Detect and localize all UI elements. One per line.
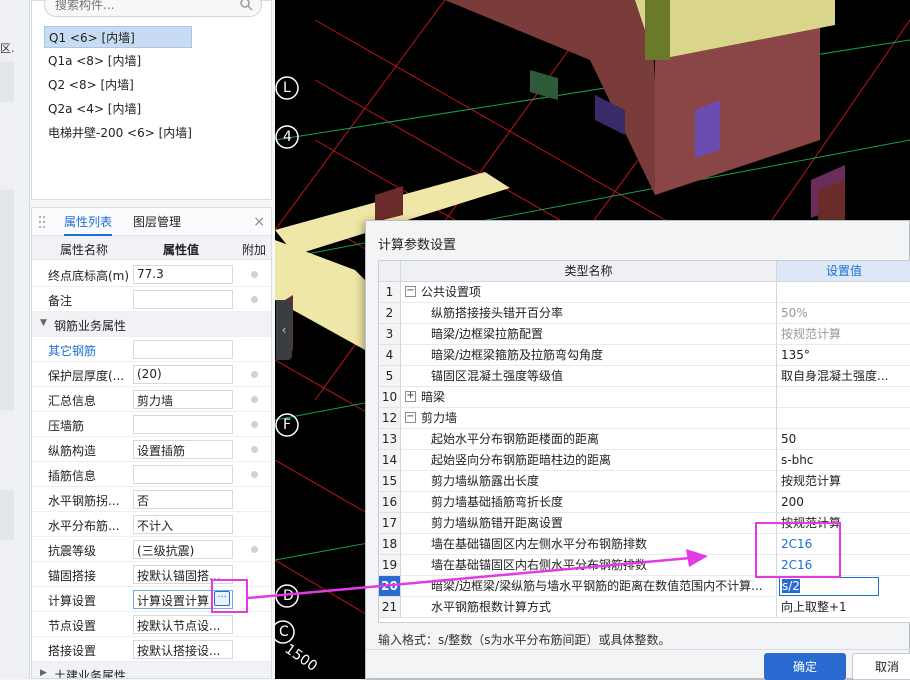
annotation-arrow-icon (247, 549, 708, 600)
